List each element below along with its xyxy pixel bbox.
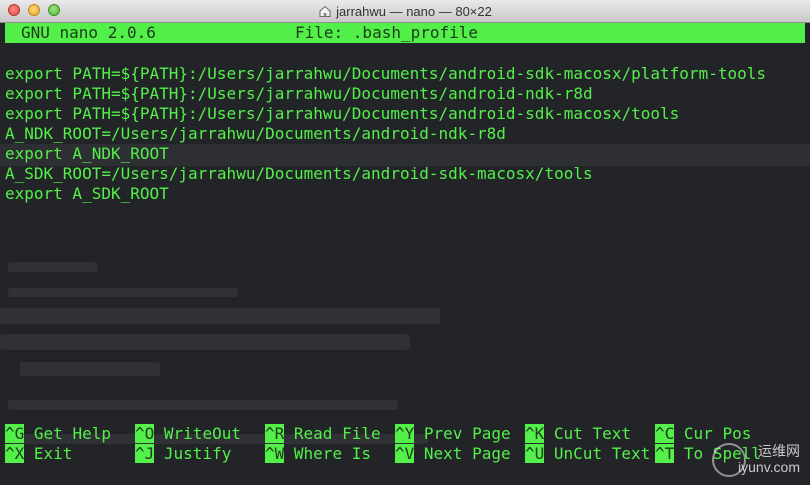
shortcut-next-page[interactable]: ^V Next Page bbox=[395, 444, 511, 464]
shortcut-key: ^R bbox=[265, 424, 285, 443]
file-line: export A_SDK_ROOT bbox=[5, 184, 169, 203]
nano-file-name: File: .bash_profile bbox=[295, 23, 479, 42]
shortcut-label: Prev Page bbox=[423, 424, 511, 443]
site-watermark: 运维网 iyunv.com bbox=[712, 441, 804, 481]
title-bar: jarrahwu — nano — 80×22 bbox=[0, 0, 810, 23]
shortcut-label: Cut Text bbox=[553, 424, 631, 443]
shortcut-prev-page[interactable]: ^Y Prev Page bbox=[395, 424, 511, 444]
shortcut-label: Exit bbox=[33, 444, 73, 463]
shortcut-where-is[interactable]: ^W Where Is bbox=[265, 444, 371, 464]
shortcut-label: Justify bbox=[163, 444, 232, 463]
file-line: export PATH=${PATH}:/Users/jarrahwu/Docu… bbox=[5, 64, 766, 83]
window-title: jarrahwu — nano — 80×22 bbox=[336, 3, 492, 19]
shortcut-exit[interactable]: ^X Exit bbox=[5, 444, 72, 464]
terminal-screen[interactable]: GNU nano 2.0.6 File: .bash_profile expor… bbox=[0, 23, 810, 485]
terminal-window: jarrahwu — nano — 80×22 GNU nano 2.0.6 F… bbox=[0, 0, 810, 485]
nano-version: GNU nano 2.0.6 bbox=[21, 23, 156, 42]
shortcut-get-help[interactable]: ^G Get Help bbox=[5, 424, 111, 444]
shortcut-justify[interactable]: ^J Justify bbox=[135, 444, 231, 464]
shortcut-key: ^K bbox=[525, 424, 545, 443]
home-folder-icon bbox=[319, 5, 331, 17]
shortcut-key: ^C bbox=[655, 424, 675, 443]
shortcut-read-file[interactable]: ^R Read File bbox=[265, 424, 381, 444]
shortcut-label: Where Is bbox=[293, 444, 371, 463]
shortcut-key: ^V bbox=[395, 444, 415, 463]
window-title-group: jarrahwu — nano — 80×22 bbox=[0, 0, 810, 22]
shortcut-cut-text[interactable]: ^K Cut Text bbox=[525, 424, 631, 444]
file-line: export A_NDK_ROOT bbox=[5, 144, 169, 163]
file-line: export PATH=${PATH}:/Users/jarrahwu/Docu… bbox=[5, 84, 593, 103]
shortcut-label: UnCut Text bbox=[553, 444, 651, 463]
shortcut-uncut-text[interactable]: ^U UnCut Text bbox=[525, 444, 650, 464]
watermark-text-cn: 运维网 bbox=[758, 443, 800, 459]
shortcut-key: ^T bbox=[655, 444, 675, 463]
shortcut-key: ^J bbox=[135, 444, 155, 463]
shortcut-label: Next Page bbox=[423, 444, 511, 463]
file-line: A_NDK_ROOT=/Users/jarrahwu/Documents/and… bbox=[5, 124, 506, 143]
shortcut-label: WriteOut bbox=[163, 424, 241, 443]
shortcut-label: Read File bbox=[293, 424, 381, 443]
shortcut-key: ^G bbox=[5, 424, 25, 443]
shortcut-label: Get Help bbox=[33, 424, 111, 443]
shortcut-key: ^O bbox=[135, 424, 155, 443]
shortcut-key: ^U bbox=[525, 444, 545, 463]
shortcut-key: ^X bbox=[5, 444, 25, 463]
nano-header-bar: GNU nano 2.0.6 File: .bash_profile bbox=[5, 23, 805, 43]
file-line: A_SDK_ROOT=/Users/jarrahwu/Documents/and… bbox=[5, 164, 593, 183]
shortcut-key: ^Y bbox=[395, 424, 415, 443]
watermark-text-url: iyunv.com bbox=[738, 459, 800, 475]
shortcut-writeout[interactable]: ^O WriteOut bbox=[135, 424, 241, 444]
shortcut-key: ^W bbox=[265, 444, 285, 463]
file-line: export PATH=${PATH}:/Users/jarrahwu/Docu… bbox=[5, 104, 680, 123]
